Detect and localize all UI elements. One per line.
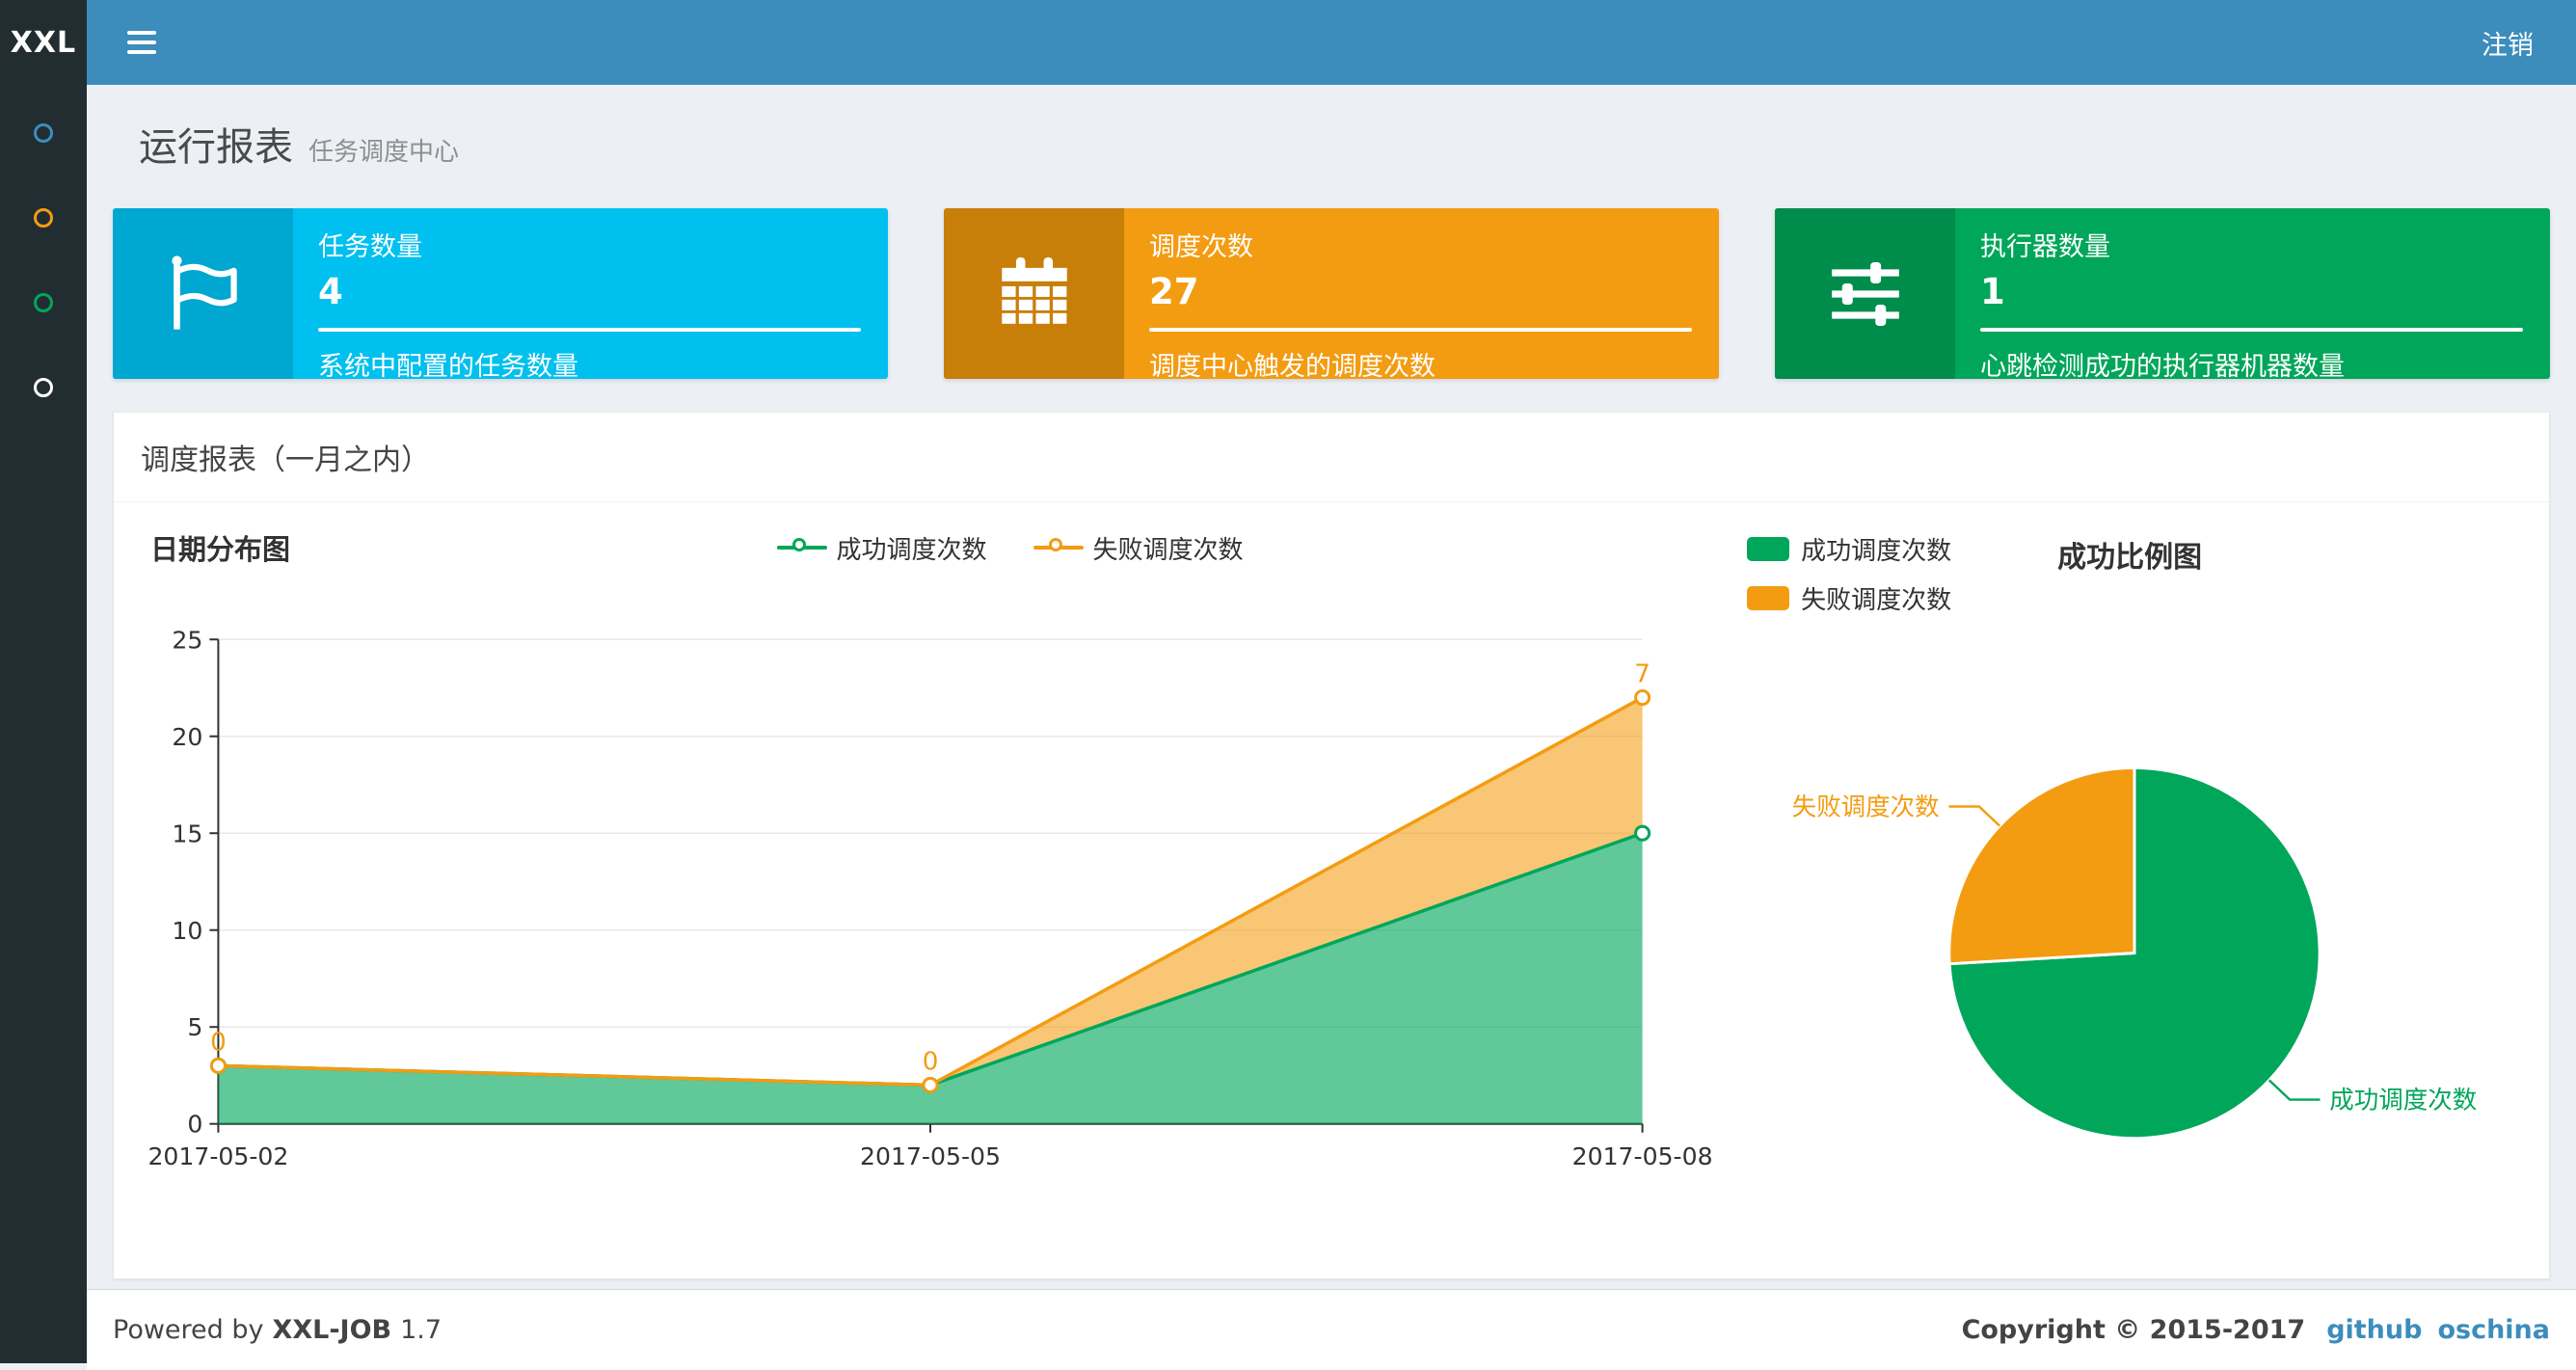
top-navbar: XXL 注销	[0, 0, 2576, 85]
powered-by-label: Powered by	[113, 1315, 264, 1346]
sidebar	[0, 85, 87, 1363]
sidebar-item-1[interactable]	[0, 91, 87, 175]
svg-text:失败调度次数: 失败调度次数	[1792, 792, 1940, 821]
info-box-number: 4	[318, 271, 343, 312]
pie-chart-title: 成功比例图	[2057, 541, 2203, 575]
svg-text:2017-05-02: 2017-05-02	[148, 1142, 288, 1170]
svg-text:成功调度次数: 成功调度次数	[2329, 1086, 2477, 1115]
sidebar-toggle-button[interactable]	[125, 25, 158, 60]
svg-text:7: 7	[1634, 659, 1650, 688]
page-title: 运行报表 任务调度中心	[139, 125, 460, 170]
info-box-progress	[318, 328, 861, 332]
logout-link[interactable]: 注销	[2482, 24, 2534, 62]
info-box-progress	[1980, 328, 2523, 332]
copyright-text: Copyright © 2015-2017	[1961, 1315, 2306, 1346]
circle-icon	[34, 378, 53, 397]
sidebar-item-4[interactable]	[0, 345, 87, 430]
page-subtitle: 任务调度中心	[309, 138, 460, 167]
oschina-link[interactable]: oschina	[2437, 1315, 2550, 1345]
info-box-row: 任务数量 4 系统中配置的任务数量 调度次数 27 调度中心触发的调度次数 执行…	[113, 208, 2550, 379]
svg-text:15: 15	[172, 819, 202, 847]
svg-text:20: 20	[172, 723, 202, 751]
svg-text:0: 0	[923, 1047, 939, 1076]
info-box-description: 调度中心触发的调度次数	[1149, 352, 1436, 379]
legend-item-fail[interactable]: 失败调度次数	[1033, 530, 1244, 566]
line-chart-title: 日期分布图	[150, 533, 291, 566]
info-box-executors: 执行器数量 1 心跳检测成功的执行器机器数量	[1775, 208, 2550, 379]
svg-text:0: 0	[210, 1028, 227, 1057]
pie-legend-success[interactable]: 成功调度次数	[1747, 531, 1951, 567]
panel-title: 调度报表（一月之内）	[114, 413, 2549, 502]
svg-text:25: 25	[172, 626, 202, 654]
circle-icon	[34, 123, 53, 143]
info-box-number: 27	[1149, 271, 1199, 312]
info-box-jobs: 任务数量 4 系统中配置的任务数量	[113, 208, 888, 379]
svg-text:2017-05-05: 2017-05-05	[860, 1142, 1001, 1170]
legend-swatch-icon	[1747, 586, 1790, 610]
sliders-icon	[1831, 261, 1899, 326]
schedule-report-panel: 调度报表（一月之内） 日期分布图 成功调度次数 失败调度次数 0 5 10 15…	[113, 412, 2550, 1280]
sidebar-item-3[interactable]	[0, 260, 87, 345]
svg-text:2017-05-08: 2017-05-08	[1572, 1142, 1713, 1170]
info-box-description: 心跳检测成功的执行器机器数量	[1980, 352, 2345, 379]
github-link[interactable]: github	[2326, 1315, 2422, 1345]
date-distribution-chart: 05101520252017-05-02 2017-05-05 2017-05-08…	[148, 626, 1713, 1170]
navbar-main: 注销	[87, 0, 2576, 85]
svg-text:0: 0	[187, 1111, 202, 1139]
product-version: 1.7	[400, 1315, 443, 1346]
flag-icon	[171, 255, 237, 330]
info-box-icon-area	[113, 208, 293, 379]
svg-text:5: 5	[187, 1013, 202, 1041]
app-logo[interactable]: XXL	[0, 0, 87, 85]
hamburger-icon	[127, 31, 156, 35]
content-header: 运行报表 任务调度中心	[113, 85, 2550, 172]
info-box-number: 1	[1980, 271, 2005, 312]
info-box-icon-area	[1775, 208, 1955, 379]
pie-legend-fail[interactable]: 失败调度次数	[1747, 580, 1951, 616]
info-box-triggers: 调度次数 27 调度中心触发的调度次数	[944, 208, 1719, 379]
pie-chart-legend: 成功调度次数 失败调度次数	[1747, 531, 1951, 616]
info-box-progress	[1149, 328, 1692, 332]
sidebar-item-2[interactable]	[0, 175, 87, 260]
circle-icon	[34, 208, 53, 228]
info-box-title: 调度次数	[1149, 232, 1253, 262]
line-marker-icon	[1033, 535, 1084, 560]
footer: Powered by XXL-JOB 1.7 Copyright © 2015-…	[87, 1289, 2576, 1370]
info-box-description: 系统中配置的任务数量	[318, 352, 578, 379]
date-distribution-section: 日期分布图 成功调度次数 失败调度次数 0 5 10 15 20 25 2017…	[141, 527, 1730, 1246]
calendar-icon	[1001, 256, 1067, 324]
success-ratio-section: 成功调度次数 失败调度次数 成功比例图 成功调度次数 失败调度次数	[1730, 527, 2522, 1246]
circle-icon	[34, 293, 53, 312]
info-box-title: 执行器数量	[1980, 232, 2110, 262]
line-chart-legend: 成功调度次数 失败调度次数	[290, 530, 1730, 566]
content-area: 运行报表 任务调度中心 任务数量 4 系统中配置的任务数量 调度次数 27 调度…	[87, 85, 2576, 1290]
line-marker-icon	[776, 535, 827, 560]
legend-item-success[interactable]: 成功调度次数	[776, 530, 987, 566]
info-box-title: 任务数量	[318, 232, 422, 262]
product-name: XXL-JOB	[272, 1315, 392, 1346]
svg-text:10: 10	[172, 917, 202, 945]
success-ratio-pie-chart: 成功调度次数 失败调度次数	[1792, 766, 2477, 1141]
legend-swatch-icon	[1747, 537, 1790, 561]
info-box-icon-area	[944, 208, 1124, 379]
